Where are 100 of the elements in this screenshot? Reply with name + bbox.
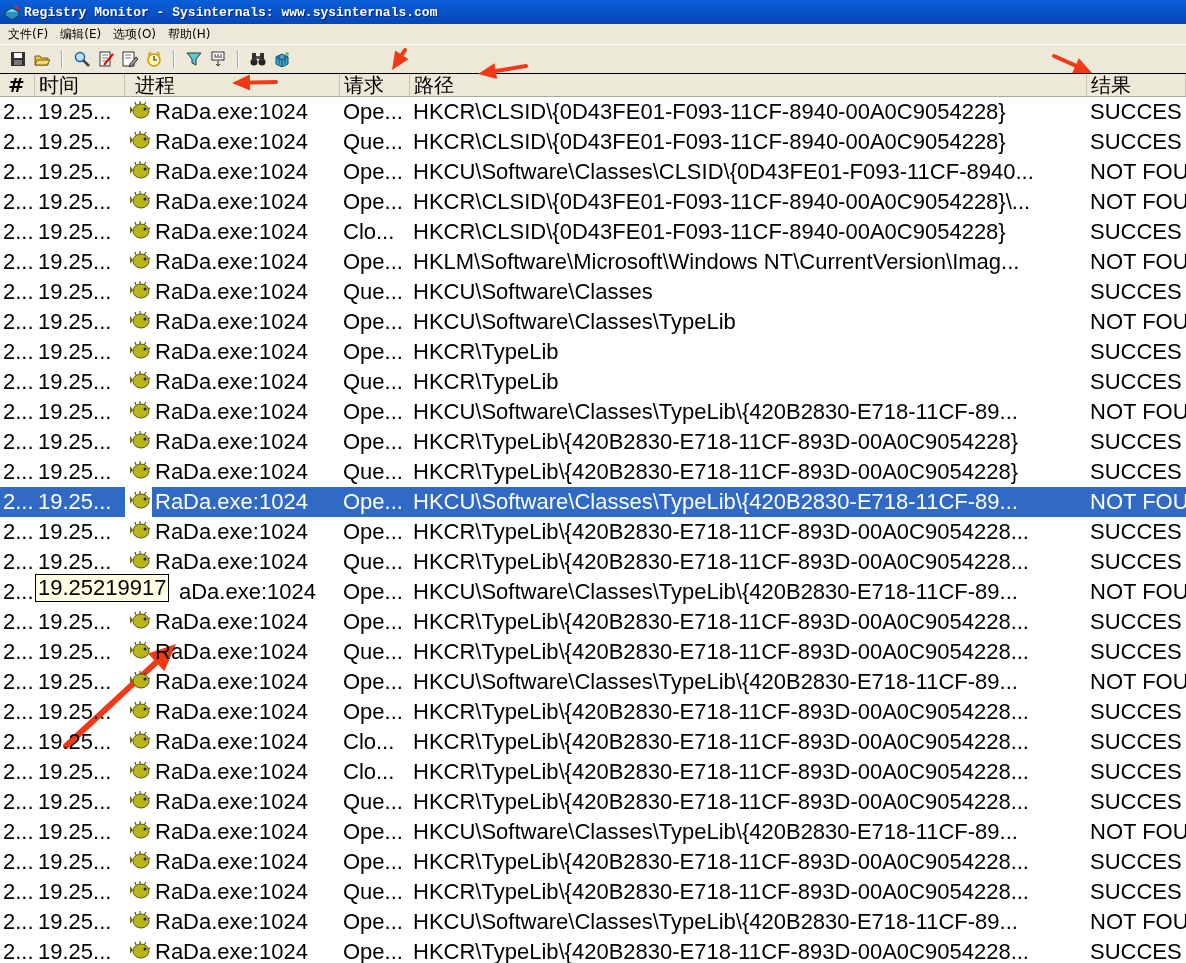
column-header[interactable]: 请求 [340,74,410,96]
table-cell-text: SUCCES [1089,878,1183,906]
table-cell-text: 19.25... [37,548,113,576]
table-cell-text: SUCCES [1089,338,1183,366]
table-cell-text: Ope... [342,818,404,846]
annotation-arrow [478,63,528,79]
table-cell-text: SUCCES [1089,218,1183,246]
app-icon [4,4,20,20]
fish-icon [130,191,150,209]
table-cell-text: 19.25... [37,938,113,963]
fish-icon [130,671,150,689]
fish-icon [130,311,150,329]
table-cell-text: NOT FOU [1089,308,1186,336]
table-cell-text: SUCCES [1089,938,1183,963]
table-cell-text: HKCR\TypeLib\{420B2830-E718-11CF-893D-00A0C9054228... [412,608,1030,636]
table-cell-text: 2... [2,98,35,126]
table-cell-text: 2... [2,638,35,666]
annotation-arrow [392,48,409,70]
table-cell-text: Ope... [342,398,404,426]
menu-item[interactable]: 编辑(E) [54,25,108,43]
table-cell: RaDa.exe:1024 [155,159,308,184]
page-pencil-icon [122,51,138,67]
table-cell-text: Que... [342,458,404,486]
table-cell: RaDa.exe:1024 [155,189,308,214]
table-cell-text: HKCR\TypeLib\{420B2830-E718-11CF-893D-00A0C9054228... [412,848,1030,876]
column-header[interactable]: 时间 [35,74,125,96]
table-cell-text: Ope... [342,698,404,726]
table-cell-text: 19.25... [37,98,113,126]
table-cell-text: 19.25... [37,188,113,216]
table-cell-text: 19.25... [37,818,113,846]
table-cell-text: SUCCES [1089,638,1183,666]
fish-icon [130,371,150,389]
table-cell-text: HKCR\TypeLib\{420B2830-E718-11CF-893D-00A0C9054228} [412,428,1019,456]
table-cell-text: 2... [2,698,35,726]
filter-icon [186,51,202,67]
table-cell-text: 2... [2,578,35,606]
table-cell-text: SUCCES [1089,368,1183,396]
table-cell-text: 19.25... [37,608,113,636]
table-cell-text: 2... [2,308,35,336]
table-cell-text: 2... [2,848,35,876]
table-cell: RaDa.exe:1024 [155,849,308,874]
table-cell-text: SUCCES [1089,788,1183,816]
table-cell-text: 2... [2,668,35,696]
column-header[interactable]: 结果 [1087,74,1186,96]
table-cell-text: Ope... [342,188,404,216]
table-cell-text: Ope... [342,938,404,963]
table-cell-text: Ope... [342,338,404,366]
table-cell-text: HKCU\Software\Classes [412,278,654,306]
table-cell-text: Ope... [342,98,404,126]
table-cell-text: SUCCES [1089,518,1183,546]
table-cell: 19.25... [35,487,125,517]
table-cell-text: Que... [342,548,404,576]
table-cell-text: HKCU\Software\Classes\TypeLib\{420B2830-E718-11CF-89... [412,578,1019,606]
menu-item[interactable]: 文件(F) [2,25,55,43]
table-cell: RaDa.exe:1024 [155,339,308,364]
annotation-arrow [1052,54,1092,73]
column-header[interactable]: # [0,74,35,96]
table-cell-text: SUCCES [1089,758,1183,786]
table-cell: RaDa.exe:1024 [155,309,308,334]
table-cell-text: 19.25... [37,158,113,186]
table-cell-text: 19.25... [37,428,113,456]
fish-icon [130,731,150,749]
fish-icon [130,401,150,419]
table-cell-text: HKCR\CLSID\{0D43FE01-F093-11CF-8940-00A0C9054228} [412,98,1007,126]
table-cell-text: HKCU\Software\Classes\TypeLib\{420B2830-E718-11CF-89... [412,668,1019,696]
table-cell-text: 2... [2,818,35,846]
table-cell: RaDa.exe:1024 [155,609,308,634]
menu-item[interactable]: 帮助(H) [162,25,217,43]
table-cell-text: Ope... [342,248,404,276]
table-cell-text: 2... [2,878,35,906]
save-icon [10,51,26,67]
fish-icon [130,851,150,869]
page-pencil-button[interactable] [119,48,141,70]
menu-item[interactable]: 选项(O) [107,25,163,43]
fish-icon [130,641,150,659]
fish-icon [130,341,150,359]
table-cell-text: HKCR\TypeLib\{420B2830-E718-11CF-893D-00A0C9054228... [412,878,1030,906]
fish-icon [130,131,150,149]
fish-icon [130,101,150,119]
table-cell-text: HKCR\TypeLib\{420B2830-E718-11CF-893D-00A0C9054228} [412,458,1019,486]
table-cell-text: Ope... [342,578,404,606]
table-cell-text: Que... [342,638,404,666]
table-cell-text: HKCR\TypeLib\{420B2830-E718-11CF-893D-00A0C9054228... [412,938,1030,963]
table-cell-text: NOT FOU [1089,248,1186,276]
fish-icon [130,521,150,539]
table-cell-text: 19.25... [37,638,113,666]
fish-icon [130,881,150,899]
table-cell-text: 19.25... [37,668,113,696]
table-cell-text: 19.25... [37,908,113,936]
table-cell-text: HKCR\TypeLib [412,338,560,366]
table-cell-text: 2... [2,128,35,156]
table-cell-text: Ope... [342,158,404,186]
table-cell-text: NOT FOU [1089,818,1186,846]
alarm-clock-icon [146,51,162,67]
page-arrow-icon [210,51,226,67]
table-cell-text: HKCR\TypeLib [412,368,560,396]
table-cell-text: 19.25... [37,338,113,366]
table-cell-text: Que... [342,278,404,306]
table-cell: RaDa.exe:1024 [155,489,308,514]
table-cell-text: HKCU\Software\Classes\CLSID\{0D43FE01-F093-11CF-8940... [412,158,1035,186]
